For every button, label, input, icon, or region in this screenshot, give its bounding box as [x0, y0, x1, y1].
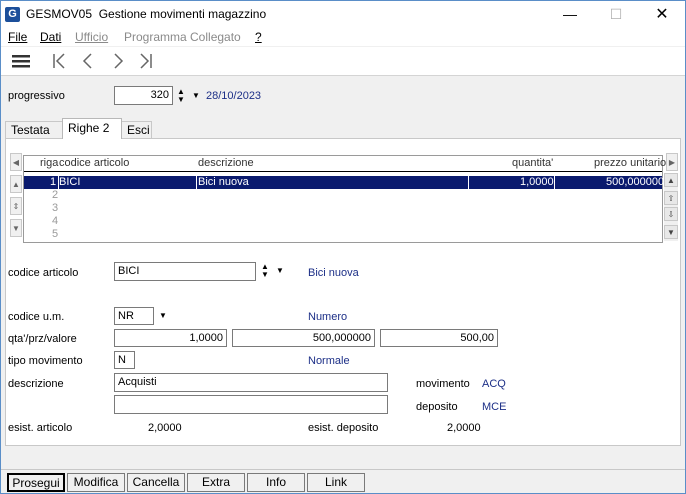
- extra-button[interactable]: Extra: [187, 473, 245, 492]
- cell-riga: 2: [52, 189, 59, 201]
- col-quantita[interactable]: quantita': [512, 157, 553, 169]
- table-row[interactable]: 5: [24, 228, 662, 241]
- progressivo-spinner[interactable]: ▲ ▼: [176, 88, 186, 104]
- menu-bar: File Dati Ufficio Programma Collegato ?: [1, 28, 685, 46]
- prosegui-button[interactable]: Prosegui: [7, 473, 65, 492]
- cell-prezzo: 500,000000: [606, 176, 665, 188]
- menu-programma-collegato[interactable]: Programma Collegato: [124, 30, 241, 44]
- menu-help[interactable]: ?: [255, 30, 262, 44]
- scroll-down-icon[interactable]: ▼: [664, 225, 678, 239]
- first-record-icon[interactable]: [49, 50, 71, 72]
- descrizione2-input[interactable]: [114, 395, 388, 414]
- codice-um-dropdown-icon[interactable]: ▼: [157, 308, 169, 324]
- application-window: G GESMOV05 Gestione movimenti magazzino …: [0, 0, 686, 494]
- table-row[interactable]: 3: [24, 202, 662, 215]
- cell-descrizione: Bici nuova: [198, 176, 249, 188]
- col-prezzo-unitario[interactable]: prezzo unitario: [594, 157, 666, 169]
- codice-articolo-input[interactable]: BICI: [114, 262, 256, 281]
- codice-um-input[interactable]: NR: [114, 307, 154, 325]
- movimento-label: movimento: [416, 378, 470, 390]
- scroll-page-up-icon[interactable]: ⇧: [664, 191, 678, 205]
- deposito-label: deposito: [416, 401, 458, 413]
- tipo-movimento-label: tipo movimento: [8, 355, 83, 367]
- scroll-page-down-icon[interactable]: ⇩: [664, 207, 678, 221]
- tab-righe[interactable]: Righe 2: [62, 118, 122, 139]
- table-row[interactable]: 1 BICI Bici nuova 1,0000 500,000000: [24, 176, 665, 189]
- scroll-up-icon[interactable]: ▲: [664, 173, 678, 187]
- next-record-icon[interactable]: [107, 50, 129, 72]
- grid-insert-icon[interactable]: ▲: [10, 175, 22, 193]
- cell-riga: 3: [52, 202, 59, 214]
- tab-testata[interactable]: Testata 1: [5, 121, 63, 153]
- app-code: GESMOV05: [26, 7, 93, 21]
- hamburger-icon[interactable]: [10, 50, 32, 72]
- grid-move-icon[interactable]: ⇕: [10, 197, 22, 215]
- link-button[interactable]: Link: [307, 473, 365, 492]
- codice-articolo-desc: Bici nuova: [308, 267, 359, 279]
- modifica-button[interactable]: Modifica: [67, 473, 125, 492]
- grid-delete-icon[interactable]: ▼: [10, 219, 22, 237]
- grid-first-icon[interactable]: ◀: [10, 153, 22, 171]
- previous-record-icon[interactable]: [77, 50, 99, 72]
- codice-um-label: codice u.m.: [8, 311, 65, 323]
- info-button[interactable]: Info: [247, 473, 305, 492]
- descrizione-label: descrizione: [8, 378, 64, 390]
- cell-riga: 5: [52, 228, 59, 240]
- codice-articolo-label: codice articolo: [8, 267, 79, 279]
- table-row[interactable]: 4: [24, 215, 662, 228]
- col-riga[interactable]: riga: [40, 157, 58, 169]
- title-bar: G GESMOV05 Gestione movimenti magazzino …: [1, 1, 685, 28]
- tipo-movimento-desc: Normale: [308, 355, 350, 367]
- progressivo-input[interactable]: 320: [114, 86, 173, 105]
- progressivo-date: 28/10/2023: [206, 90, 262, 102]
- esist-deposito-label: esist. deposito: [308, 422, 379, 434]
- cancella-button[interactable]: Cancella: [127, 473, 185, 492]
- cell-quantita: 1,0000: [520, 176, 554, 188]
- esist-articolo-value: 2,0000: [148, 422, 182, 434]
- col-codice-articolo[interactable]: codice articolo: [59, 157, 129, 169]
- righe-grid[interactable]: riga codice articolo descrizione quantit…: [23, 155, 666, 243]
- col-descrizione[interactable]: descrizione: [198, 157, 254, 169]
- last-record-icon[interactable]: [135, 50, 157, 72]
- menu-dati[interactable]: Dati: [40, 30, 61, 44]
- codice-um-desc: Numero: [308, 311, 348, 323]
- grid-scrollbar[interactable]: ▲ ⇧ ⇩ ▼: [664, 173, 678, 241]
- prezzo-input[interactable]: 500,000000: [232, 329, 375, 347]
- cell-riga: 4: [52, 215, 59, 227]
- toolbar: [1, 47, 685, 76]
- table-row[interactable]: 2: [24, 189, 662, 202]
- maximize-icon[interactable]: ☐: [593, 1, 639, 28]
- progressivo-dropdown-icon[interactable]: ▼: [190, 88, 202, 104]
- codice-articolo-dropdown-icon[interactable]: ▼: [274, 263, 286, 279]
- app-title: Gestione movimenti magazzino: [98, 7, 267, 21]
- app-icon: G: [5, 7, 20, 22]
- valore-input[interactable]: 500,00: [380, 329, 498, 347]
- close-icon[interactable]: ✕: [639, 1, 685, 28]
- menu-file[interactable]: File: [8, 30, 27, 44]
- button-bar: Prosegui Modifica Cancella Extra Info Li…: [1, 469, 685, 493]
- descrizione-input[interactable]: Acquisti: [114, 373, 388, 392]
- window-title: GESMOV05 Gestione movimenti magazzino: [26, 7, 266, 21]
- grid-header: riga codice articolo descrizione quantit…: [24, 156, 666, 172]
- tab-bar: Testata 1 Righe 2 Esci: [5, 118, 683, 153]
- esist-articolo-label: esist. articolo: [8, 422, 73, 434]
- deposito-value: MCE: [482, 401, 507, 413]
- minimize-icon[interactable]: —: [547, 1, 593, 28]
- movimento-value: ACQ: [482, 378, 506, 390]
- qta-label: qta'/prz/valore: [8, 333, 77, 345]
- grid-last-icon[interactable]: ▶: [666, 153, 678, 171]
- quantita-input[interactable]: 1,0000: [114, 329, 227, 347]
- tipo-movimento-input[interactable]: N: [114, 351, 135, 369]
- codice-articolo-spinner[interactable]: ▲ ▼: [260, 263, 270, 279]
- progressivo-label: progressivo: [8, 90, 65, 102]
- cell-codice-articolo: BICI: [59, 176, 81, 188]
- cell-riga: 1: [50, 176, 57, 188]
- menu-ufficio[interactable]: Ufficio: [75, 30, 108, 44]
- tab-esci[interactable]: Esci: [121, 121, 152, 138]
- esist-deposito-value: 2,0000: [447, 422, 481, 434]
